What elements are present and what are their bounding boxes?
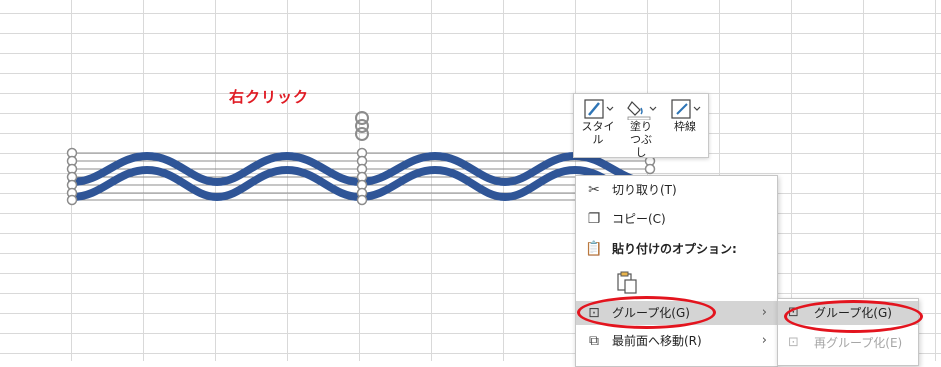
menu-item-paste-options: 📋 貼り付けのオプション: (576, 237, 777, 261)
submenu-item-group-label: グループ化(G) (814, 306, 892, 320)
paint-bucket-icon (627, 101, 657, 120)
menu-item-copy[interactable]: ❐ コピー(C) (576, 207, 777, 231)
group-submenu: ⊡ グループ化(G) ⊡ 再グループ化(E) (777, 298, 919, 366)
submenu-item-regroup[interactable]: ⊡ 再グループ化(E) (778, 331, 918, 355)
fill-button[interactable]: 塗りつぶし (622, 96, 660, 159)
context-menu: ✂ 切り取り(T) ❐ コピー(C) 📋 貼り付けのオプション: ⊡ グループ化… (575, 175, 778, 367)
menu-item-bring-to-front[interactable]: ⧉ 最前面へ移動(R) › (576, 329, 777, 353)
style-button[interactable]: スタイル (578, 96, 618, 146)
chevron-right-icon: › (761, 333, 767, 348)
menu-item-group[interactable]: ⊡ グループ化(G) › (576, 301, 777, 325)
paste-picture-icon[interactable] (616, 271, 638, 295)
outline-label: 枠線 (674, 120, 696, 133)
regroup-icon: ⊡ (788, 335, 799, 350)
pen-icon (671, 99, 701, 119)
menu-item-bring-to-front-label: 最前面へ移動(R) (612, 334, 702, 348)
style-label: スタイル (581, 120, 615, 146)
menu-item-cut[interactable]: ✂ 切り取り(T) (576, 178, 777, 202)
submenu-item-regroup-label: 再グループ化(E) (814, 336, 903, 350)
fill-label: 塗りつぶし (630, 120, 652, 159)
chevron-right-icon: › (761, 305, 767, 320)
menu-item-copy-label: コピー(C) (612, 212, 666, 226)
shape-style-icon (584, 99, 614, 119)
submenu-item-group[interactable]: ⊡ グループ化(G) (778, 301, 918, 325)
paste-icon: 📋 (585, 241, 603, 257)
mini-toolbar: スタイル 塗りつぶし 枠線 (573, 93, 709, 159)
menu-item-group-label: グループ化(G) (612, 306, 690, 320)
menu-item-cut-label: 切り取り(T) (612, 183, 677, 197)
rotate-handle-icon[interactable] (355, 111, 369, 141)
outline-button[interactable]: 枠線 (666, 96, 704, 133)
group-icon: ⊡ (588, 305, 600, 321)
copy-icon: ❐ (587, 211, 601, 227)
menu-item-paste-options-label: 貼り付けのオプション: (612, 242, 737, 256)
group-icon: ⊡ (788, 305, 799, 320)
bring-to-front-icon: ⧉ (589, 333, 599, 349)
scissors-icon: ✂ (588, 182, 600, 198)
